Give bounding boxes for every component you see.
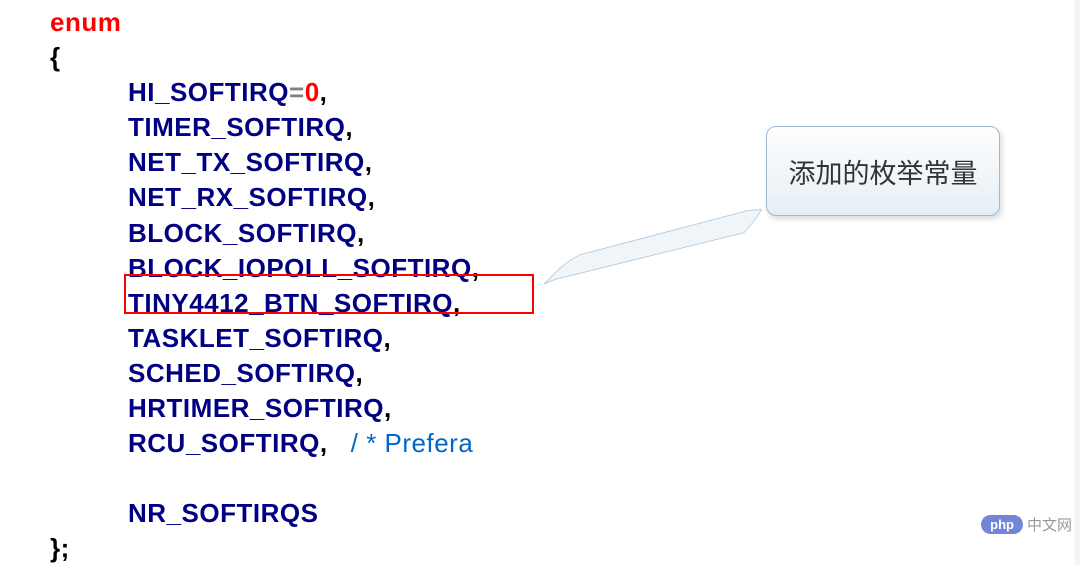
watermark-logo: php 中文网 bbox=[981, 514, 1072, 535]
close-brace-line: }; bbox=[50, 531, 479, 566]
enum-line-3: NET_RX_SOFTIRQ, bbox=[50, 180, 479, 215]
enum-line-8: SCHED_SOFTIRQ, bbox=[50, 356, 479, 391]
enum-line-12: NR_SOFTIRQS bbox=[50, 496, 479, 531]
enum-line-7: TASKLET_SOFTIRQ, bbox=[50, 321, 479, 356]
enum-keyword-line: enum bbox=[50, 5, 479, 40]
enum-line-10: RCU_SOFTIRQ, / * Prefera bbox=[50, 426, 479, 461]
enum-line-1: TIMER_SOFTIRQ, bbox=[50, 110, 479, 145]
logo-text: 中文网 bbox=[1027, 514, 1072, 535]
keyword-enum: enum bbox=[50, 7, 121, 37]
code-block: enum { HI_SOFTIRQ=0, TIMER_SOFTIRQ, NET_… bbox=[50, 5, 479, 567]
enum-line-5: BLOCK_IOPOLL_SOFTIRQ, bbox=[50, 251, 479, 286]
enum-blank-line bbox=[50, 461, 479, 496]
annotation-callout: 添加的枚举常量 bbox=[766, 126, 1000, 216]
open-brace-line: { bbox=[50, 40, 479, 75]
enum-line-4: BLOCK_SOFTIRQ, bbox=[50, 216, 479, 251]
enum-line-6: TINY4412_BTN_SOFTIRQ, bbox=[50, 286, 479, 321]
callout-connector bbox=[530, 206, 780, 286]
enum-line-2: NET_TX_SOFTIRQ, bbox=[50, 145, 479, 180]
logo-badge: php bbox=[981, 515, 1023, 534]
enum-line-0: HI_SOFTIRQ=0, bbox=[50, 75, 479, 110]
callout-text: 添加的枚举常量 bbox=[789, 152, 978, 191]
enum-line-9: HRTIMER_SOFTIRQ, bbox=[50, 391, 479, 426]
